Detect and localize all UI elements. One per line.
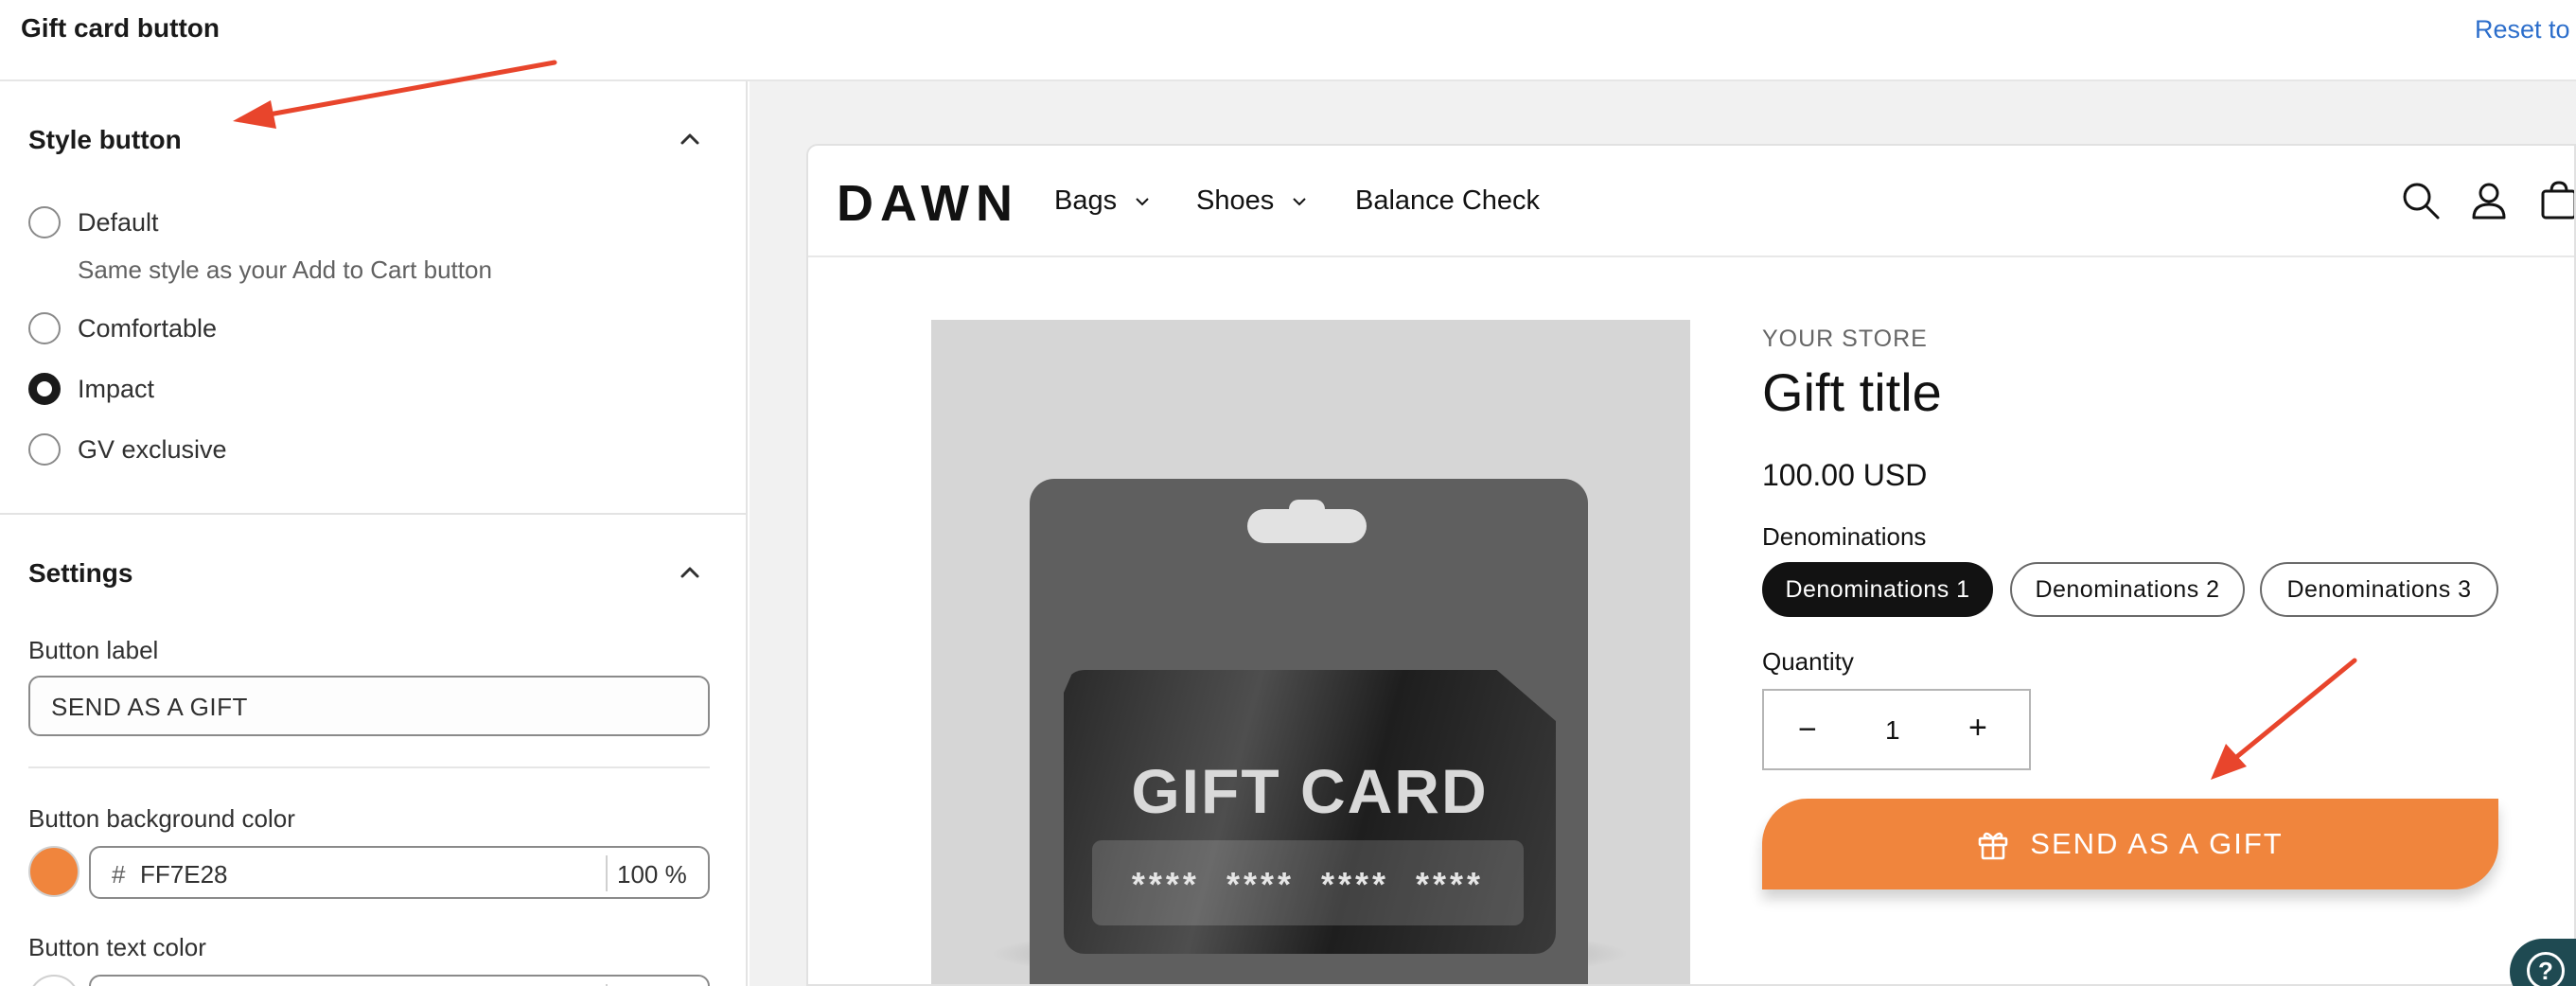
- text-color-input[interactable]: [89, 975, 710, 986]
- hash-prefix: #: [112, 860, 126, 889]
- text-color-swatch[interactable]: [28, 975, 79, 986]
- denomination-option-3[interactable]: Denominations 3: [2260, 562, 2498, 617]
- chevron-down-icon: [1136, 197, 1149, 205]
- radio-label-comfortable: Comfortable: [78, 313, 218, 343]
- settings-heading: Settings: [28, 558, 133, 588]
- radio-label-default: Default: [78, 207, 159, 237]
- radio-option-default[interactable]: Default: [28, 206, 159, 238]
- editor-topbar: Gift card button Reset to: [0, 0, 2576, 81]
- radio-impact[interactable]: [28, 373, 61, 405]
- radio-label-gv-exclusive: GV exclusive: [78, 434, 227, 464]
- denominations-label: Denominations: [1762, 522, 1927, 551]
- style-button-heading: Style button: [28, 125, 182, 154]
- chevron-up-icon[interactable]: [679, 129, 700, 150]
- gift-icon: [1978, 832, 2008, 860]
- card-number-bar: **** **** **** ****: [1092, 840, 1524, 925]
- nav-label-shoes: Shoes: [1196, 185, 1275, 216]
- quantity-label: Quantity: [1762, 647, 1854, 676]
- bg-color-field-label: Button background color: [28, 804, 295, 833]
- store-preview: DAWN Bags Shoes Balance Check GIFT CARD …: [806, 144, 2576, 986]
- radio-comfortable[interactable]: [28, 312, 61, 344]
- bg-color-swatch[interactable]: [28, 846, 79, 897]
- nav-item-shoes[interactable]: Shoes: [1196, 185, 1308, 217]
- bg-color-input[interactable]: # FF7E28 100 %: [89, 846, 710, 899]
- product-title: Gift title: [1762, 362, 1942, 422]
- quantity-decrease-button[interactable]: −: [1798, 712, 1817, 748]
- radio-help-default: Same style as your Add to Cart button: [78, 255, 492, 284]
- denomination-option-2[interactable]: Denominations 2: [2010, 562, 2245, 617]
- nav-label-balance-check: Balance Check: [1355, 185, 1541, 216]
- denomination-option-1[interactable]: Denominations 1: [1762, 562, 1993, 617]
- help-icon: ?: [2527, 952, 2565, 986]
- store-logo[interactable]: DAWN: [837, 174, 1019, 233]
- input-separator: [606, 855, 608, 891]
- radio-label-impact: Impact: [78, 374, 155, 403]
- search-icon[interactable]: [2400, 180, 2442, 221]
- chevron-down-icon: [1293, 197, 1306, 205]
- page-title: Gift card button: [21, 13, 220, 43]
- store-header: DAWN Bags Shoes Balance Check: [808, 146, 2576, 257]
- radio-gv-exclusive[interactable]: [28, 433, 61, 466]
- text-color-field-label: Button text color: [28, 933, 206, 961]
- quantity-stepper: − 1 +: [1762, 689, 2031, 770]
- radio-default[interactable]: [28, 206, 61, 238]
- button-label-input[interactable]: SEND AS A GIFT: [28, 676, 710, 736]
- account-icon[interactable]: [2468, 180, 2510, 221]
- nav-item-balance-check[interactable]: Balance Check: [1355, 185, 1540, 217]
- quantity-increase-button[interactable]: +: [1968, 710, 1987, 747]
- button-label-field-label: Button label: [28, 636, 159, 664]
- button-label-input-value: SEND AS A GIFT: [51, 693, 248, 721]
- quantity-input[interactable]: 1: [1885, 715, 1900, 746]
- radio-option-gv-exclusive[interactable]: GV exclusive: [28, 433, 227, 466]
- field-divider: [28, 766, 710, 768]
- section-divider: [0, 513, 748, 515]
- reset-link[interactable]: Reset to: [2475, 15, 2570, 44]
- product-image: GIFT CARD **** **** **** ****: [931, 320, 1690, 984]
- product-vendor: YOUR STORE: [1762, 326, 1928, 352]
- cart-icon[interactable]: [2538, 180, 2576, 221]
- nav-label-bags: Bags: [1054, 185, 1118, 216]
- bg-color-opacity[interactable]: 100 %: [617, 860, 687, 889]
- radio-option-impact[interactable]: Impact: [28, 373, 154, 405]
- hanger-hole: [1247, 509, 1367, 543]
- gift-card-title: GIFT CARD: [1131, 756, 1489, 826]
- bg-color-hex: FF7E28: [140, 860, 228, 889]
- settings-panel: Style button Default Same style as your …: [0, 81, 748, 986]
- gift-card-graphic: GIFT CARD **** **** **** ****: [1064, 670, 1556, 954]
- nav-item-bags[interactable]: Bags: [1054, 185, 1151, 217]
- send-as-gift-label: SEND AS A GIFT: [2030, 827, 2284, 860]
- card-number: **** **** **** ****: [1131, 865, 1485, 904]
- radio-option-comfortable[interactable]: Comfortable: [28, 312, 217, 344]
- chevron-up-icon[interactable]: [679, 562, 700, 583]
- send-as-gift-button[interactable]: SEND AS A GIFT: [1762, 799, 2498, 889]
- product-price: 100.00 USD: [1762, 458, 1928, 492]
